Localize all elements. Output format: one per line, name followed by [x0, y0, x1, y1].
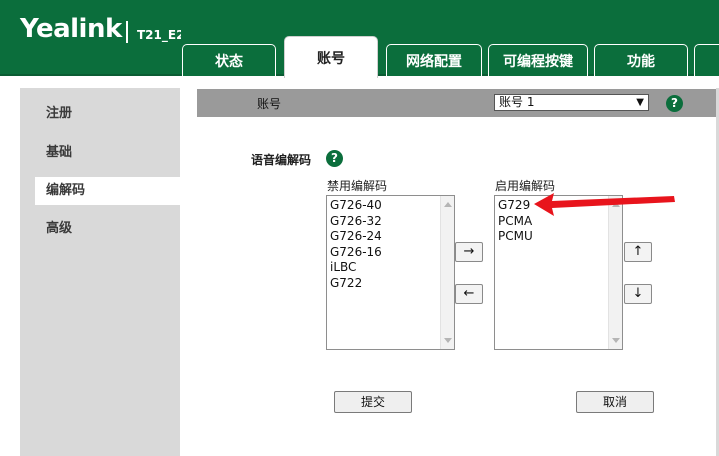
scroll-down-icon[interactable]	[444, 338, 452, 343]
logo-divider	[126, 21, 128, 43]
tab-status[interactable]: 状态	[182, 44, 276, 76]
move-up-button[interactable]: ↑	[624, 242, 652, 262]
sidebar-item-basic[interactable]: 基础	[20, 139, 180, 167]
cancel-button[interactable]: 取消	[576, 391, 654, 413]
tab-network[interactable]: 网络配置	[386, 44, 482, 76]
account-bar: 账号 账号 1 ▼ ?	[197, 89, 716, 117]
move-right-button[interactable]: →	[455, 242, 483, 262]
tab-more[interactable]	[694, 44, 719, 76]
account-select-value: 账号 1	[499, 95, 535, 109]
account-select[interactable]: 账号 1 ▼	[494, 94, 649, 111]
submit-button[interactable]: 提交	[334, 391, 412, 413]
list-item[interactable]: G726-32	[330, 214, 382, 230]
sidebar: 注册 基础 编解码 高级	[20, 88, 207, 456]
tab-features[interactable]: 功能	[594, 44, 688, 76]
list-item[interactable]: PCMU	[498, 229, 533, 245]
list-item[interactable]: iLBC	[330, 260, 382, 276]
scroll-up-icon[interactable]	[444, 202, 452, 207]
list-item[interactable]: G729	[498, 198, 533, 214]
list-item[interactable]: G726-24	[330, 229, 382, 245]
list-item[interactable]: G726-40	[330, 198, 382, 214]
list-item[interactable]: G726-16	[330, 245, 382, 261]
tab-account[interactable]: 账号	[284, 36, 378, 78]
move-down-button[interactable]: ↓	[624, 284, 652, 304]
scroll-down-icon[interactable]	[612, 338, 620, 343]
disabled-list-scrollbar[interactable]	[440, 196, 454, 349]
voice-codec-title: 语音编解码	[251, 153, 312, 167]
sidebar-item-advanced[interactable]: 高级	[20, 215, 180, 243]
brand-logo: Yealink	[20, 14, 122, 44]
model-label: T21_E2	[137, 28, 181, 42]
red-arrow-icon	[534, 193, 675, 216]
chevron-down-icon: ▼	[636, 97, 644, 108]
sidebar-item-register[interactable]: 注册	[20, 100, 180, 128]
top-header: Yealink T21_E2 状态 账号 网络配置 可编程按键 功能	[0, 0, 719, 78]
move-left-button[interactable]: ←	[455, 284, 483, 304]
disabled-codecs-list[interactable]: G726-40 G726-32 G726-24 G726-16 iLBC G72…	[326, 195, 455, 350]
list-item[interactable]: G722	[330, 276, 382, 292]
account-label: 账号	[257, 97, 282, 111]
tab-dsskey[interactable]: 可编程按键	[488, 44, 588, 76]
account-help-icon[interactable]: ?	[666, 95, 683, 112]
sidebar-item-codec[interactable]: 编解码	[35, 177, 207, 205]
codec-help-icon[interactable]: ?	[326, 150, 343, 167]
disabled-codecs-caption: 禁用编解码	[327, 179, 388, 193]
list-item[interactable]: PCMA	[498, 214, 533, 230]
